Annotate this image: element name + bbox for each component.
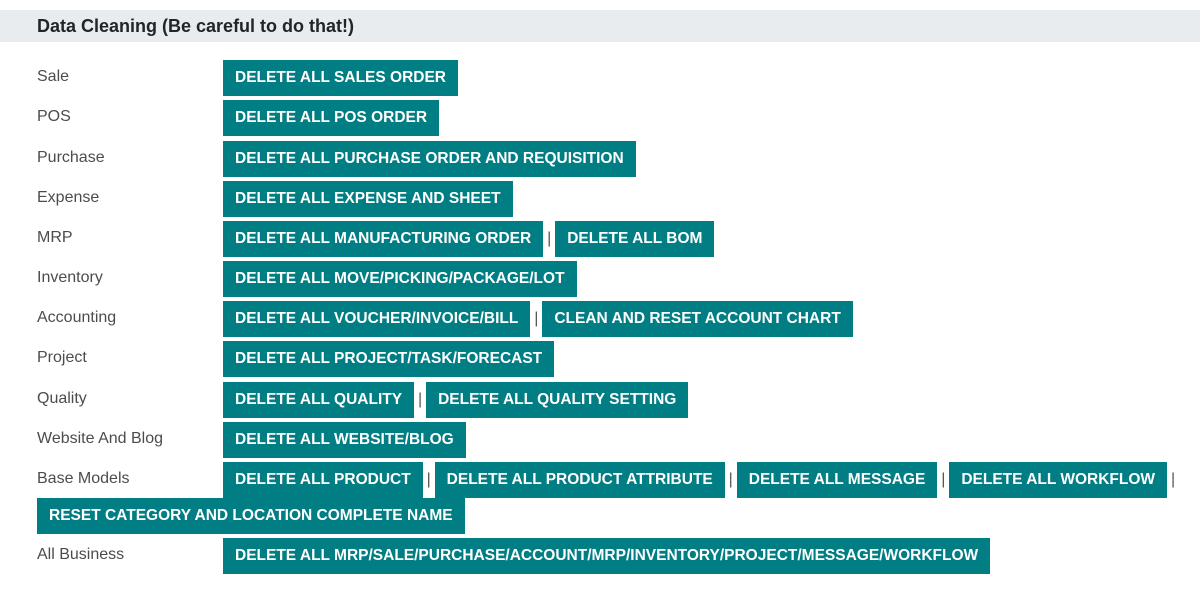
button-group-mrp: DELETE ALL MANUFACTURING ORDER | DELETE … [223,221,715,257]
button-group-base-models-wrap: RESET CATEGORY AND LOCATION COMPLETE NAM… [37,498,465,534]
clean-reset-account-chart-button[interactable]: CLEAN AND RESET ACCOUNT CHART [542,301,853,337]
delete-all-move-picking-button[interactable]: DELETE ALL MOVE/PICKING/PACKAGE/LOT [223,261,577,297]
separator: | [547,230,552,247]
delete-all-pos-order-button[interactable]: DELETE ALL POS ORDER [223,100,440,136]
row-label-expense: Expense [37,189,100,206]
delete-all-workflow-button[interactable]: DELETE ALL WORKFLOW [949,462,1168,498]
row-label-purchase: Purchase [37,149,105,166]
row-all-business: All Business DELETE ALL MRP/SALE/PURCHAS… [0,538,1200,574]
row-website-blog: Website And Blog DELETE ALL WEBSITE/BLOG [0,422,1200,458]
reset-category-location-name-button[interactable]: RESET CATEGORY AND LOCATION COMPLETE NAM… [37,498,465,534]
separator: | [417,391,423,408]
separator: | [534,310,539,327]
row-expense: Expense DELETE ALL EXPENSE AND SHEET [0,181,1200,217]
delete-all-product-button[interactable]: DELETE ALL PRODUCT [223,462,423,498]
separator: | [728,471,733,488]
delete-all-expense-button[interactable]: DELETE ALL EXPENSE AND SHEET [223,181,513,217]
button-group-expense: DELETE ALL EXPENSE AND SHEET [223,181,513,217]
delete-all-quality-button[interactable]: DELETE ALL QUALITY [223,382,415,418]
row-label-base-models: Base Models [37,470,130,487]
row-quality: Quality DELETE ALL QUALITY | DELETE ALL … [0,382,1200,418]
row-label-all-business: All Business [37,546,125,563]
separator: | [426,471,431,488]
section-title: Data Cleaning (Be careful to do that!) [37,15,355,36]
delete-all-manufacturing-order-button[interactable]: DELETE ALL MANUFACTURING ORDER [223,221,544,257]
row-pos: POS DELETE ALL POS ORDER [0,100,1200,136]
row-inventory: Inventory DELETE ALL MOVE/PICKING/PACKAG… [0,261,1200,297]
button-group-pos: DELETE ALL POS ORDER [223,100,440,136]
row-mrp: MRP DELETE ALL MANUFACTURING ORDER | DEL… [0,221,1200,257]
delete-all-quality-setting-button[interactable]: DELETE ALL QUALITY SETTING [426,382,689,418]
row-label-accounting: Accounting [37,309,117,326]
row-label-project: Project [37,349,87,366]
button-group-project: DELETE ALL PROJECT/TASK/FORECAST [223,341,555,377]
row-base-models-wrap: RESET CATEGORY AND LOCATION COMPLETE NAM… [0,498,1200,534]
delete-all-bom-button[interactable]: DELETE ALL BOM [555,221,715,257]
row-label-website-blog: Website And Blog [37,430,164,447]
button-group-accounting: DELETE ALL VOUCHER/INVOICE/BILL | CLEAN … [223,301,853,337]
separator: | [941,471,946,488]
separator: | [1170,471,1176,488]
row-sale: Sale DELETE ALL SALES ORDER [0,60,1200,96]
button-group-website-blog: DELETE ALL WEBSITE/BLOG [223,422,466,458]
delete-all-sales-order-button[interactable]: DELETE ALL SALES ORDER [223,60,458,96]
data-cleaning-page: Data Cleaning (Be careful to do that!) S… [0,0,1200,597]
row-accounting: Accounting DELETE ALL VOUCHER/INVOICE/BI… [0,301,1200,337]
row-project: Project DELETE ALL PROJECT/TASK/FORECAST [0,341,1200,377]
button-group-inventory: DELETE ALL MOVE/PICKING/PACKAGE/LOT [223,261,577,297]
button-group-quality: DELETE ALL QUALITY | DELETE ALL QUALITY … [223,382,689,418]
row-base-models: Base Models DELETE ALL PRODUCT | DELETE … [0,462,1200,498]
button-group-purchase: DELETE ALL PURCHASE ORDER AND REQUISITIO… [223,141,636,177]
row-label-pos: POS [37,108,71,125]
row-label-mrp: MRP [37,229,73,246]
button-group-all-business: DELETE ALL MRP/SALE/PURCHASE/ACCOUNT/MRP… [223,538,991,574]
section-header: Data Cleaning (Be careful to do that!) [0,10,1200,42]
delete-all-website-blog-button[interactable]: DELETE ALL WEBSITE/BLOG [223,422,466,458]
row-label-inventory: Inventory [37,269,103,286]
delete-all-purchase-order-button[interactable]: DELETE ALL PURCHASE ORDER AND REQUISITIO… [223,141,636,177]
button-group-base-models: DELETE ALL PRODUCT | DELETE ALL PRODUCT … [223,462,1179,498]
row-purchase: Purchase DELETE ALL PURCHASE ORDER AND R… [0,141,1200,177]
delete-all-voucher-invoice-button[interactable]: DELETE ALL VOUCHER/INVOICE/BILL [223,301,531,337]
delete-all-message-button[interactable]: DELETE ALL MESSAGE [736,462,938,498]
delete-all-project-task-button[interactable]: DELETE ALL PROJECT/TASK/FORECAST [223,341,555,377]
row-label-quality: Quality [37,390,87,407]
delete-all-product-attribute-button[interactable]: DELETE ALL PRODUCT ATTRIBUTE [434,462,725,498]
button-group-sale: DELETE ALL SALES ORDER [223,60,458,96]
row-label-sale: Sale [37,68,70,85]
delete-all-business-button[interactable]: DELETE ALL MRP/SALE/PURCHASE/ACCOUNT/MRP… [223,538,991,574]
